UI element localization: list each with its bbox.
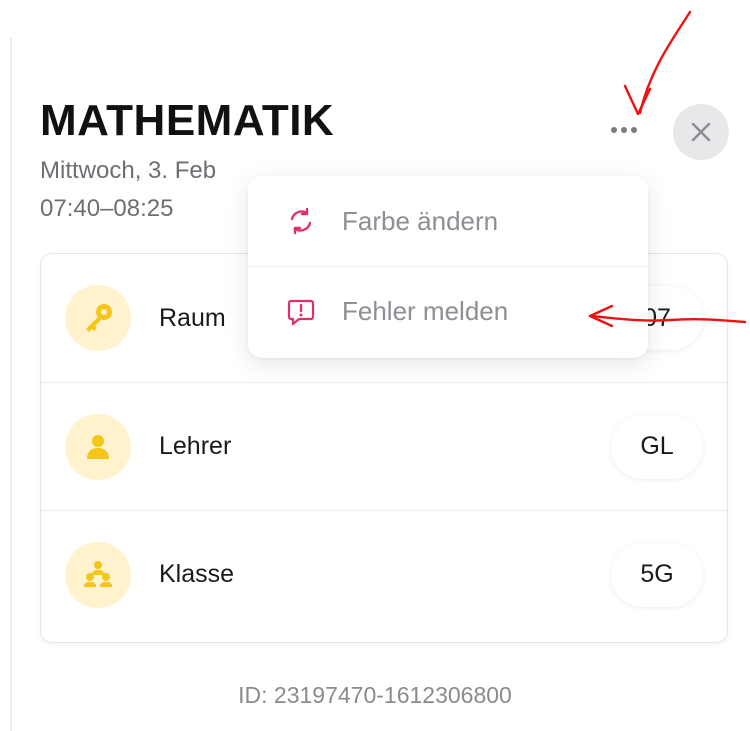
panel-divider (10, 38, 12, 731)
lesson-time: 07:40–08:25 (40, 195, 174, 222)
key-icon (65, 285, 131, 351)
lesson-detail-panel: MATHEMATIK Mittwoch, 3. Feb 07:40–08:25 … (0, 0, 750, 731)
lesson-date: Mittwoch, 3. Feb (40, 157, 217, 184)
close-button[interactable] (673, 104, 729, 160)
detail-value-pill: GL (611, 414, 703, 479)
report-icon (287, 299, 315, 325)
detail-label: Raum (159, 303, 226, 332)
class-group-icon (65, 541, 131, 608)
more-options-button[interactable] (603, 112, 645, 148)
detail-label: Lehrer (159, 432, 232, 460)
options-menu: Farbe ändern Fehler melden (248, 176, 648, 358)
menu-item-change-color[interactable]: Farbe ändern (248, 176, 648, 266)
detail-value-pill: 5G (611, 542, 703, 607)
menu-item-label: Farbe ändern (342, 205, 499, 236)
detail-row-class: Klasse 5G (41, 510, 727, 638)
close-icon (691, 122, 711, 142)
more-horizontal-icon (611, 127, 637, 133)
detail-row-teacher: Lehrer GL (41, 382, 727, 510)
detail-label: Klasse (159, 560, 235, 588)
refresh-icon (290, 207, 312, 235)
menu-item-label: Fehler melden (342, 296, 509, 326)
record-id: ID: 23197470-1612306800 (238, 682, 512, 708)
person-icon (65, 413, 131, 480)
subject-title: MATHEMATIK (40, 96, 335, 145)
menu-item-report-error[interactable]: Fehler melden (248, 266, 648, 356)
